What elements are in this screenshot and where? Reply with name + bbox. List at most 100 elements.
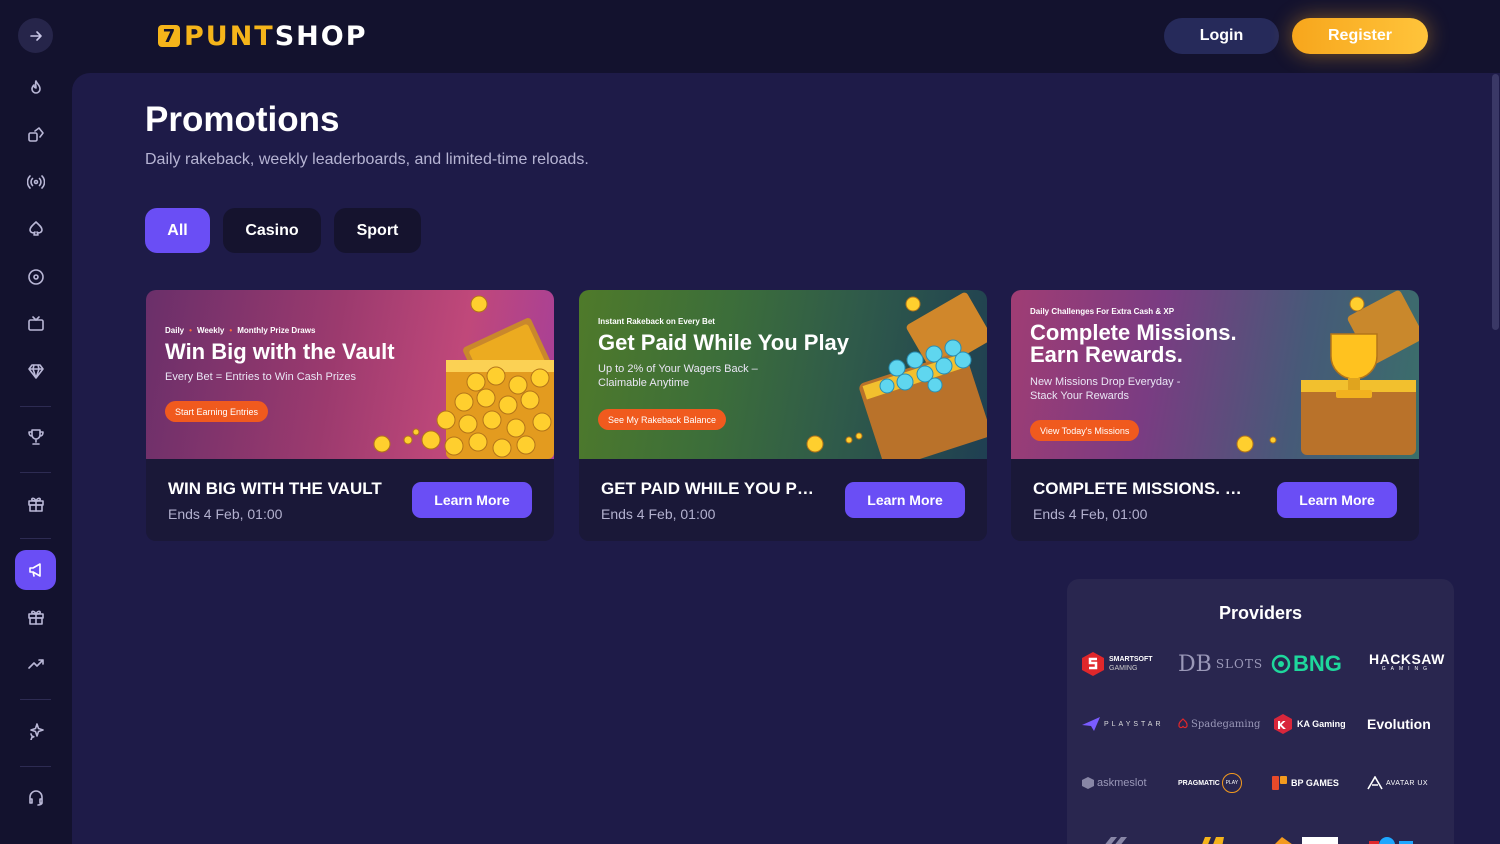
provider-name: Evolution — [1367, 716, 1431, 732]
sidebar-expand-button[interactable] — [18, 18, 53, 53]
provider-name: PLAYSTAR — [1104, 720, 1164, 728]
logo-text-shop: SHOP — [274, 20, 368, 52]
provider-smartsoft[interactable]: SMARTSOFT GAMING — [1081, 649, 1153, 679]
provider-partial-icon — [1369, 837, 1413, 844]
trophy-icon — [28, 429, 44, 445]
provider-askmeslot[interactable]: askmeslot — [1081, 768, 1147, 798]
learn-more-button[interactable]: Learn More — [412, 482, 532, 518]
tab-casino[interactable]: Casino — [223, 208, 321, 253]
provider-bng[interactable]: BNG — [1271, 649, 1342, 679]
provider-bp-games[interactable]: BP GAMES — [1272, 768, 1339, 798]
banner-cta-button[interactable]: See My Rakeback Balance — [598, 409, 727, 430]
provider-partial-icon — [1202, 837, 1224, 844]
provider-spadegaming[interactable]: Spadegaming — [1177, 709, 1260, 739]
tab-all[interactable]: All — [145, 208, 210, 253]
promo-title: COMPLETE MISSIONS. EARN REWARDS. — [1033, 479, 1251, 498]
login-button[interactable]: Login — [1164, 18, 1279, 54]
sidebar-item-roulette[interactable] — [18, 259, 54, 295]
provider-avatar-ux[interactable]: AVATAR UX — [1367, 768, 1428, 798]
headset-icon — [29, 790, 43, 806]
arrow-right-icon — [29, 30, 42, 41]
sidebar-item-tournaments[interactable] — [18, 419, 54, 455]
page-subtitle: Daily rakeback, weekly leaderboards, and… — [145, 151, 589, 168]
promo-end-date: Ends 4 Feb, 01:00 — [601, 506, 716, 522]
ka-gaming-logo-icon: K — [1274, 714, 1292, 734]
provider-evolution[interactable]: Evolution — [1367, 709, 1431, 739]
learn-more-button[interactable]: Learn More — [845, 482, 965, 518]
promo-card-missions[interactable]: Daily Challenges For Extra Cash & XP Com… — [1011, 290, 1419, 541]
promo-end-date: Ends 4 Feb, 01:00 — [1033, 506, 1148, 522]
roulette-icon — [28, 269, 44, 285]
gift-icon — [28, 497, 44, 512]
brand-logo[interactable]: 7 PUNT SHOP — [158, 20, 368, 52]
sidebar-item-new[interactable] — [18, 713, 54, 749]
live-broadcast-icon — [27, 175, 45, 189]
askmeslot-logo-icon — [1082, 777, 1094, 789]
sidebar-item-promotions[interactable] — [15, 550, 56, 590]
provider-ka-gaming[interactable]: K KA Gaming — [1272, 709, 1346, 739]
provider-hacksaw[interactable]: HACKSAW GAMING — [1369, 649, 1445, 679]
tag-separator: • — [189, 326, 192, 335]
sidebar-item-originals[interactable] — [18, 117, 54, 153]
provider-partial-icon — [1275, 837, 1338, 844]
provider-pragmatic-play[interactable]: PRAGMATIC PLAY — [1178, 768, 1242, 798]
provider-wordmark: SMARTSOFT GAMING — [1109, 655, 1153, 673]
svg-text:K: K — [1277, 719, 1286, 732]
provider-name: BP GAMES — [1291, 778, 1339, 788]
tv-icon — [28, 316, 44, 331]
sparkle-icon — [30, 723, 44, 740]
banner-description: New Missions Drop Everyday - Stack Your … — [1030, 376, 1181, 402]
provider-logo-partial[interactable] — [1199, 825, 1233, 844]
sidebar-item-live[interactable] — [18, 164, 54, 200]
sidebar-divider — [20, 538, 51, 539]
promo-title: WIN BIG WITH THE VAULT — [168, 479, 382, 498]
register-button[interactable]: Register — [1292, 18, 1428, 54]
sidebar-item-table-games[interactable] — [18, 211, 54, 247]
promo-card-rakeback[interactable]: Instant Rakeback on Every Bet Get Paid W… — [579, 290, 987, 541]
provider-playstar[interactable]: PLAYSTAR — [1081, 709, 1164, 739]
provider-name: KA Gaming — [1297, 719, 1346, 729]
sidebar-divider — [20, 406, 51, 407]
tag-separator: • — [229, 326, 233, 335]
tab-sport[interactable]: Sport — [334, 208, 421, 253]
promo-banner[interactable]: Instant Rakeback on Every Bet Get Paid W… — [579, 290, 987, 459]
provider-logo-partial[interactable] — [1369, 825, 1413, 844]
sidebar-divider — [20, 472, 51, 473]
sidebar-item-bonuses[interactable] — [18, 599, 54, 635]
dice-icon — [28, 127, 44, 142]
sidebar-item-vip[interactable] — [18, 353, 54, 389]
banner-heading: Complete Missions. Earn Rewards. — [1030, 320, 1237, 367]
gift-box-icon — [28, 610, 44, 625]
provider-name: AVATAR UX — [1386, 779, 1429, 787]
provider-db-slots[interactable]: DB SLOTS — [1178, 649, 1263, 679]
logo-mark: 7 — [158, 25, 180, 47]
playstar-logo-icon — [1082, 717, 1100, 731]
sidebar-item-hot[interactable] — [18, 70, 54, 106]
provider-sub: PLAY — [1221, 773, 1242, 793]
provider-name: BNG — [1293, 651, 1342, 676]
provider-partial-icon — [1105, 837, 1127, 844]
scrollbar[interactable] — [1492, 74, 1499, 330]
promo-banner[interactable]: Daily • Weekly • Monthly Prize Draws Win Big… — [146, 290, 554, 459]
banner-cta-button[interactable]: View Today's Missions — [1030, 420, 1140, 441]
sidebar-item-tv-games[interactable] — [18, 306, 54, 342]
banner-tag: Daily — [165, 326, 185, 335]
promo-end-date: Ends 4 Feb, 01:00 — [168, 506, 283, 522]
megaphone-icon — [28, 563, 41, 577]
provider-sub: SLOTS — [1215, 657, 1264, 671]
sidebar — [0, 0, 72, 844]
learn-more-button[interactable]: Learn More — [1277, 482, 1397, 518]
banner-cta-button[interactable]: Start Earning Entries — [165, 401, 269, 422]
sidebar-item-support[interactable] — [18, 779, 54, 815]
promo-banner[interactable]: Daily Challenges For Extra Cash & XP Com… — [1011, 290, 1419, 459]
promo-card-vault[interactable]: Daily • Weekly • Monthly Prize Draws Win Big… — [146, 290, 554, 541]
provider-name: Spadegaming — [1191, 718, 1261, 730]
provider-logo-partial[interactable] — [1103, 825, 1129, 844]
sidebar-item-affiliate[interactable] — [18, 646, 54, 682]
sidebar-item-rewards[interactable] — [18, 486, 54, 522]
provider-name: HACKSAW — [1369, 651, 1445, 667]
diamond-icon — [28, 364, 44, 379]
provider-logo-partial[interactable] — [1272, 825, 1342, 844]
sidebar-divider — [20, 699, 51, 700]
providers-title: Providers — [1218, 603, 1303, 623]
